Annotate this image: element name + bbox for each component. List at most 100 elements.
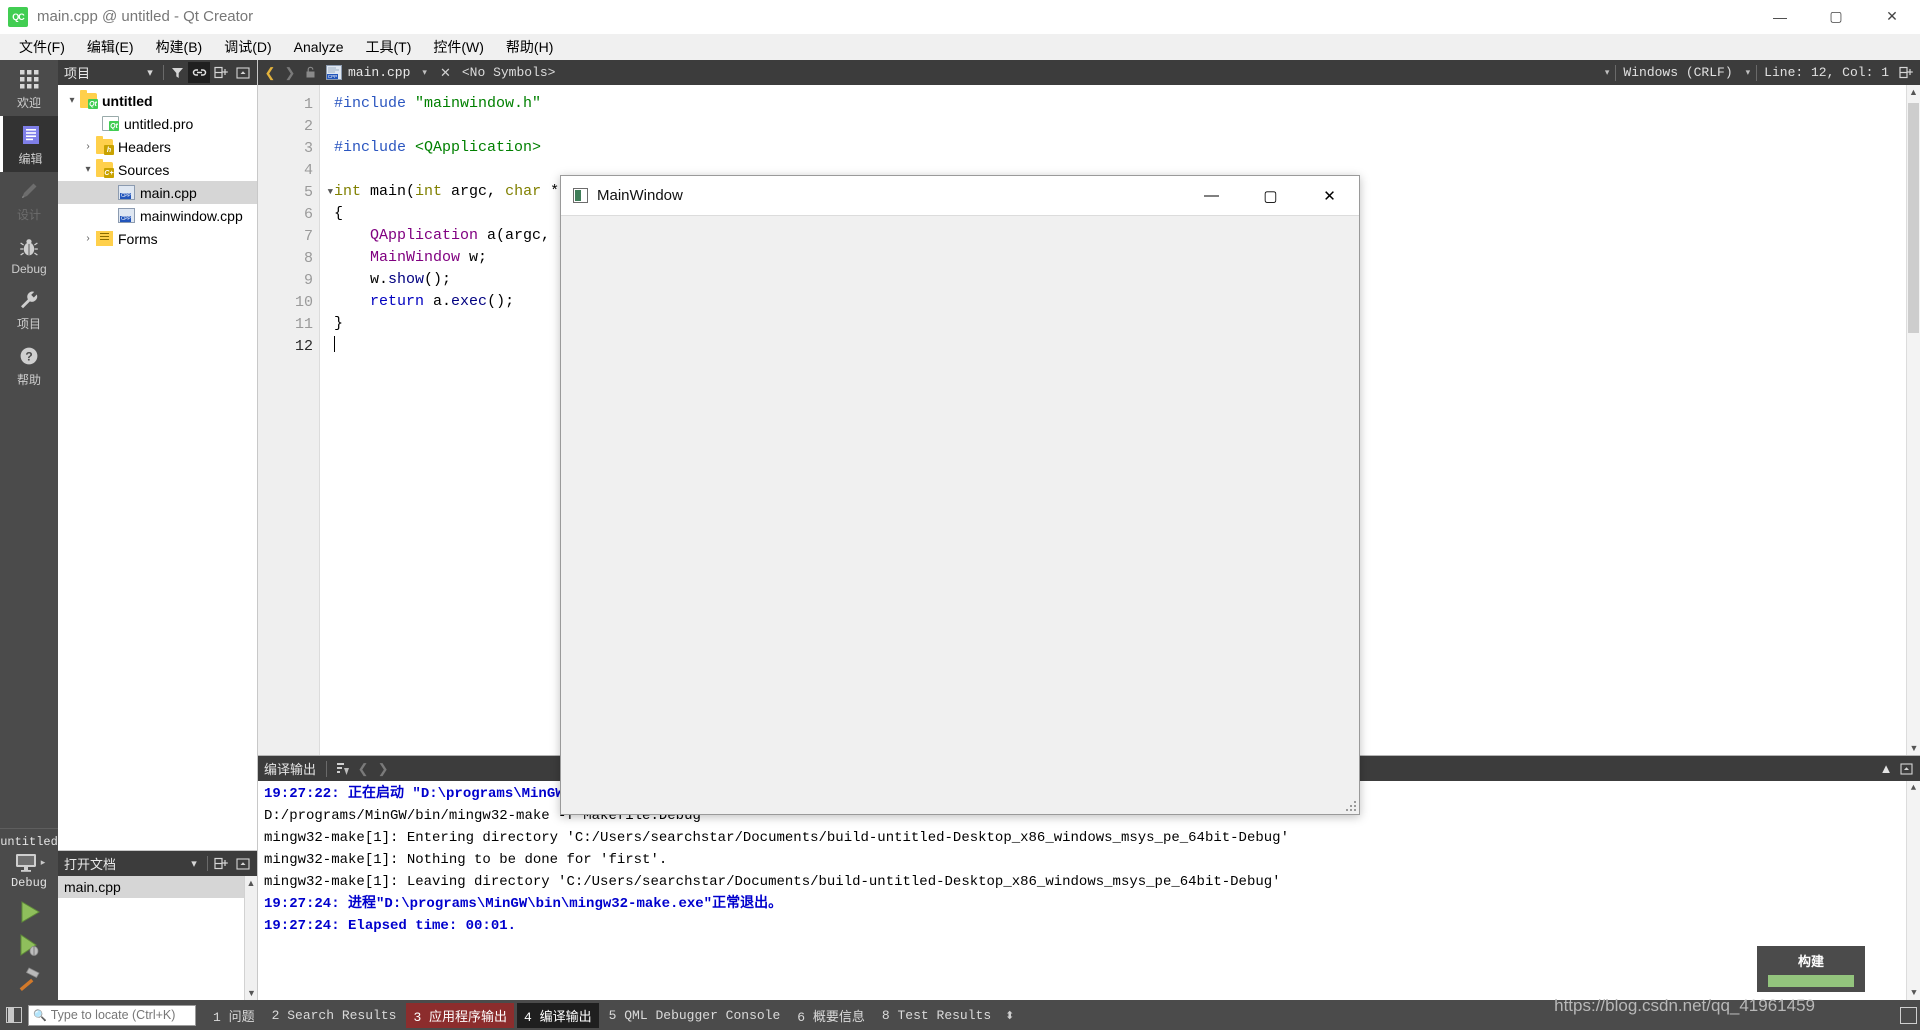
sidebar-item-projects[interactable]: 项目 — [0, 281, 58, 337]
menu-debug[interactable]: 调试(D) — [213, 34, 282, 60]
chevron-down-icon[interactable]: ▾ — [64, 95, 80, 106]
mainwindow-title-bar[interactable]: MainWindow — ▢ ✕ — [561, 176, 1359, 215]
tree-row-headers[interactable]: › h Headers — [58, 135, 257, 158]
watermark-text: https://blog.csdn.net/qq_41961459 — [1554, 996, 1815, 1015]
scroll-down-icon[interactable]: ▼ — [1907, 741, 1920, 755]
tree-row-untitled[interactable]: ▾ Qt untitled — [58, 89, 257, 112]
toggle-sidebar-icon[interactable] — [6, 1007, 22, 1023]
close-output-icon[interactable] — [1896, 758, 1916, 780]
project-tree[interactable]: ▾ Qt untitled Qt untitled.pro › h Header… — [58, 85, 257, 850]
file-combo-chevron-down-icon[interactable]: ▾ — [416, 67, 433, 78]
status-tab-issues[interactable]: 1 问题 — [206, 1003, 262, 1028]
resize-grip-icon[interactable] — [1345, 800, 1357, 812]
chevron-right-icon[interactable]: › — [80, 233, 96, 244]
run-button[interactable] — [16, 899, 43, 925]
minimize-icon[interactable]: — — [1752, 0, 1808, 34]
open-documents-list[interactable]: main.cpp ▲ ▼ — [58, 876, 257, 1000]
sidebar-item-edit[interactable]: 编辑 — [0, 116, 58, 172]
fold-marker-icon[interactable]: ▼ — [328, 187, 333, 197]
go-forward-icon[interactable]: ❯ — [280, 62, 300, 84]
line-number: 6 — [303, 205, 313, 223]
tree-label: main.cpp — [140, 184, 197, 201]
menu-analyze[interactable]: Analyze — [283, 36, 355, 58]
scroll-up-icon[interactable]: ▲ — [245, 876, 257, 890]
chevron-right-icon[interactable]: › — [80, 141, 96, 152]
sidebar-item-help[interactable]: ? 帮助 — [0, 337, 58, 393]
scroll-up-icon[interactable]: ▲ — [1907, 85, 1920, 99]
status-tabs-updown-icon[interactable]: ⬍ — [1001, 1009, 1014, 1022]
status-tab-search-results[interactable]: 2 Search Results — [265, 1005, 404, 1026]
scroll-down-icon[interactable]: ▼ — [1907, 986, 1920, 1000]
maximize-icon[interactable]: ▢ — [1808, 0, 1864, 34]
svg-text:CPP: CPP — [328, 74, 337, 79]
split-editor-icon[interactable] — [1896, 62, 1916, 84]
sidebar-label-edit: 编辑 — [18, 152, 43, 166]
close-icon[interactable]: ✕ — [1864, 0, 1920, 34]
menu-tools[interactable]: 工具(T) — [354, 34, 422, 60]
mainwindow-minimize-icon[interactable]: — — [1182, 176, 1241, 215]
tree-row-untitled-pro[interactable]: Qt untitled.pro — [58, 112, 257, 135]
editor-scrollbar[interactable]: ▲ ▼ — [1906, 85, 1920, 755]
locator-input[interactable]: 🔍 Type to locate (Ctrl+K) — [28, 1004, 196, 1026]
output-line: 19:27:24: 进程"D:\programs\MinGW\bin\mingw… — [264, 896, 783, 912]
monitor-icon — [13, 852, 39, 873]
tree-label: Headers — [118, 138, 171, 155]
status-tab-test-results[interactable]: 8 Test Results — [875, 1005, 998, 1026]
open-documents-panel: 打开文档 ▾ main.cpp ▲ ▼ — [58, 850, 257, 1000]
status-tab-qml-debugger-console[interactable]: 5 QML Debugger Console — [602, 1005, 788, 1026]
mainwindow-app-window[interactable]: MainWindow — ▢ ✕ — [560, 175, 1360, 815]
collapse-panel-icon[interactable] — [232, 62, 254, 83]
lock-icon[interactable] — [300, 62, 320, 84]
menu-file[interactable]: 文件(F) — [8, 34, 76, 60]
qt-pro-file-icon: Qt — [102, 116, 119, 131]
line-number: 10 — [294, 293, 313, 311]
dock-view-chevron-down-icon[interactable]: ▾ — [139, 62, 161, 83]
line-ending-selector[interactable]: Windows (CRLF) — [1616, 65, 1739, 80]
output-next-icon[interactable]: ❯ — [373, 758, 393, 780]
output-prev-icon[interactable]: ❮ — [353, 758, 373, 780]
mainwindow-maximize-icon[interactable]: ▢ — [1241, 176, 1300, 215]
build-button[interactable] — [16, 965, 43, 991]
status-tab-compile-output[interactable]: 4 编译输出 — [517, 1002, 599, 1028]
split-add-icon[interactable] — [210, 62, 232, 83]
open-document-item-main-cpp[interactable]: main.cpp — [58, 876, 257, 898]
tree-row-mainwindow-cpp[interactable]: mainwindow.cpp — [58, 204, 257, 227]
tree-row-forms[interactable]: › Forms — [58, 227, 257, 250]
opendocs-collapse-icon[interactable] — [232, 853, 254, 874]
maximize-output-icon[interactable]: ▲ — [1876, 758, 1896, 780]
menu-edit[interactable]: 编辑(E) — [76, 34, 145, 60]
current-file-chip[interactable]: CPP main.cpp — [320, 65, 416, 80]
menu-build[interactable]: 构建(B) — [145, 34, 214, 60]
symbols-combo[interactable]: <No Symbols> — [458, 65, 1599, 80]
line-ending-chevron-down-icon[interactable]: ▾ — [1740, 67, 1757, 78]
filter-output-icon[interactable] — [333, 758, 353, 780]
menu-help[interactable]: 帮助(H) — [495, 34, 564, 60]
line-number: 11 — [294, 315, 313, 333]
opendocs-chevron-down-icon[interactable]: ▾ — [183, 853, 205, 874]
go-back-icon[interactable]: ❮ — [260, 62, 280, 84]
menu-window[interactable]: 控件(W) — [422, 34, 495, 60]
sidebar-item-debug[interactable]: Debug — [0, 228, 58, 281]
cpp-file-icon: CPP — [326, 65, 342, 80]
sidebar-item-welcome[interactable]: 欢迎 — [0, 60, 58, 116]
tree-row-main-cpp[interactable]: main.cpp — [58, 181, 257, 204]
filter-icon[interactable] — [166, 62, 188, 83]
chevron-down-icon[interactable]: ▾ — [80, 164, 96, 175]
scroll-up-icon[interactable]: ▲ — [1907, 781, 1920, 795]
status-tab-general-messages[interactable]: 6 概要信息 — [790, 1003, 872, 1028]
symbols-chevron-down-icon[interactable]: ▾ — [1599, 67, 1616, 78]
tree-row-sources[interactable]: ▾ C+ Sources — [58, 158, 257, 181]
kit-selector[interactable]: untitled ▸ Debug — [0, 828, 58, 890]
synchronize-link-icon[interactable] — [188, 62, 210, 83]
line-number-gutter: 1 2 3 4 5 ▼ 6 7 8 9 10 11 12 — [258, 85, 333, 755]
output-pane-toggle-icon[interactable] — [1900, 1006, 1917, 1024]
close-file-icon[interactable]: ✕ — [433, 65, 458, 81]
opendocs-split-add-icon[interactable] — [210, 853, 232, 874]
scrollbar-thumb[interactable] — [1908, 103, 1919, 333]
open-documents-scrollbar[interactable]: ▲ ▼ — [244, 876, 257, 1000]
mainwindow-close-icon[interactable]: ✕ — [1300, 176, 1359, 215]
scroll-down-icon[interactable]: ▼ — [245, 986, 258, 1000]
output-scrollbar[interactable]: ▲ ▼ — [1906, 781, 1920, 1000]
start-debugging-button[interactable] — [16, 932, 43, 958]
status-tab-application-output[interactable]: 3 应用程序输出 — [406, 1002, 515, 1028]
